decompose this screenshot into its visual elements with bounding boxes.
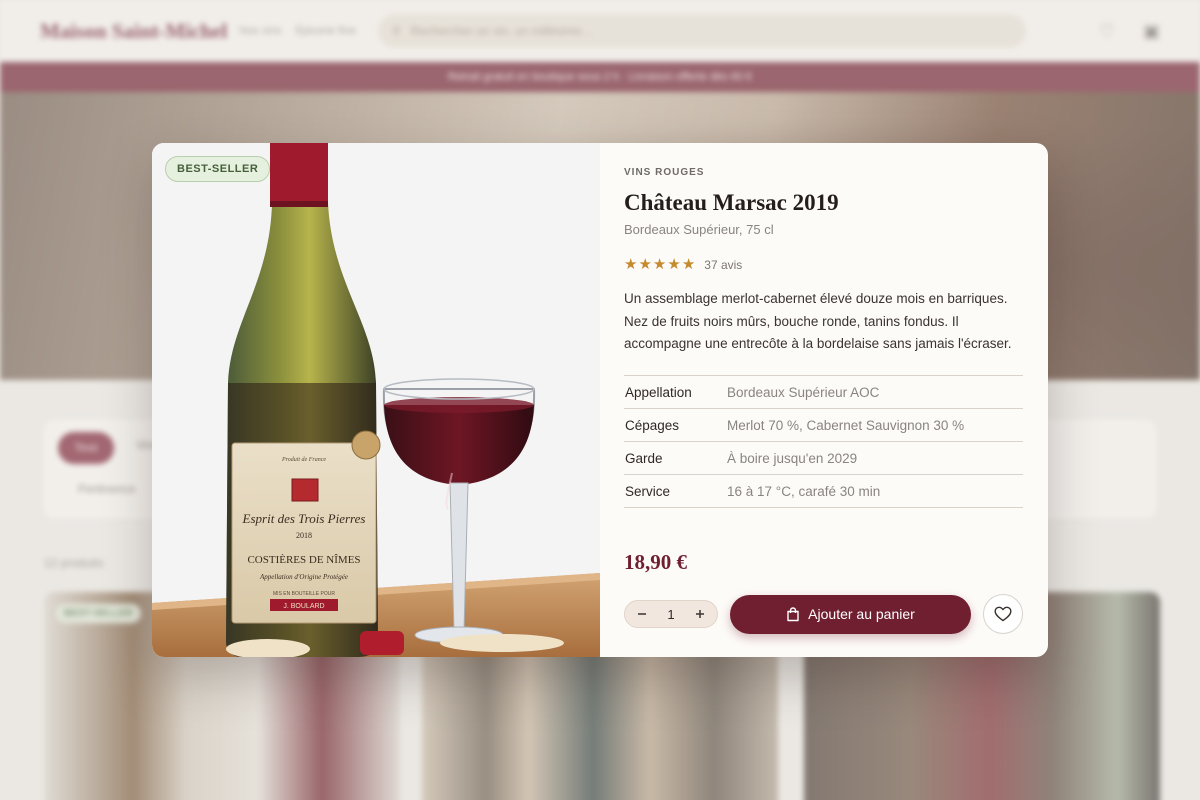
heart-icon [994,606,1012,622]
shopping-bag-icon [787,606,799,621]
label-producer-text: J. BOULARD [283,603,324,610]
product-price: 18,90 € [624,550,687,575]
spec-value: À boire jusqu'en 2029 [727,450,858,466]
product-quickview-modal: Produit de France Esprit des Trois Pierr… [152,143,1048,657]
spec-label: Service [625,483,671,499]
label-aoc-text: Appellation d'Origine Protégée [259,573,348,581]
star-icon: ★ [638,256,652,273]
add-to-cart-button[interactable]: Ajouter au panier [730,594,971,634]
spec-row: Service 16 à 17 °C, carafé 30 min [624,475,1023,509]
spec-table: Appellation Bordeaux Supérieur AOC Cépag… [624,375,1023,509]
decrease-quantity-button[interactable] [633,605,651,623]
plus-icon [695,610,704,619]
product-title: Château Marsac 2019 [624,190,839,215]
spec-value: Bordeaux Supérieur AOC [727,384,880,400]
star-icon: ★ [624,256,638,273]
product-description: Un assemblage merlot-cabernet élevé douz… [624,291,1012,352]
minus-icon [638,613,646,615]
label-appellation-text: COSTIÈRES DE NÎMES [247,554,360,566]
star-icon: ★ [667,256,681,273]
product-info: VINS ROUGES Château Marsac 2019 Bordeaux… [600,143,1048,657]
label-vintage-text: 2018 [296,531,312,540]
review-count[interactable]: 37 avis [704,258,742,272]
product-category: VINS ROUGES [624,167,705,178]
spec-row: Garde À boire jusqu'en 2029 [624,442,1023,476]
product-rating[interactable]: ★ ★ ★ ★ ★ 37 avis [624,257,1024,272]
bestseller-badge: BEST-SELLER [165,156,271,182]
wine-bottle-illustration: Produit de France Esprit des Trois Pierr… [152,143,600,657]
label-bottled-text: MIS EN BOUTEILLE POUR [273,591,335,597]
add-to-cart-label: Ajouter au panier [808,606,915,623]
spec-label: Appellation [625,384,692,400]
spec-label: Cépages [625,417,680,433]
product-photo: Produit de France Esprit des Trois Pierr… [152,143,600,657]
quantity-stepper: 1 [624,600,718,629]
quantity-value[interactable]: 1 [667,607,674,622]
star-icon: ★ [681,256,696,273]
label-top-text: Produit de France [281,457,326,463]
spec-value: Merlot 70 %, Cabernet Sauvignon 30 % [727,417,965,433]
spec-label: Garde [625,450,663,466]
label-name-text: Esprit des Trois Pierres [242,511,366,526]
spec-row: Appellation Bordeaux Supérieur AOC [624,376,1023,410]
star-icon: ★ [652,256,667,273]
favorite-button[interactable] [983,594,1023,635]
increase-quantity-button[interactable] [691,605,709,623]
product-subtitle: Bordeaux Supérieur, 75 cl [624,222,774,237]
purchase-actions: 1 Ajouter au panier [624,594,1024,635]
spec-value: 16 à 17 °C, carafé 30 min [727,483,881,499]
spec-row: Cépages Merlot 70 %, Cabernet Sauvignon … [624,409,1023,443]
